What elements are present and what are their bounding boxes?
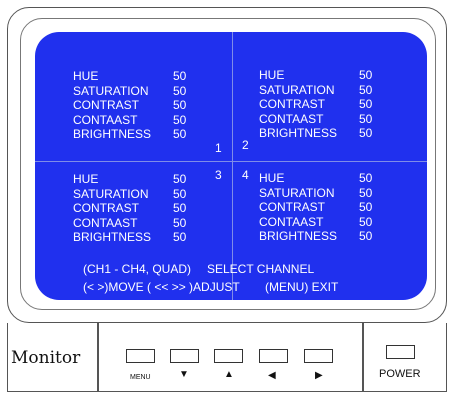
setting-value: 50 [173,112,187,127]
setting-label: HUE [73,69,99,83]
setting-value: 50 [359,229,373,243]
help-select-keys: (CH1 - CH4, QUAD) [83,262,192,276]
panel-separator-right [362,323,364,392]
setting-value: 50 [173,83,187,98]
setting-label: CONTRAST [259,97,325,111]
brand-label: Monitor [11,348,81,368]
help-select-action: SELECT CHANNEL [207,262,315,276]
setting-value: 50 [359,171,373,185]
menu-button[interactable] [126,349,155,363]
help-exit: (MENU) EXIT [265,280,339,294]
setting-label: HUE [259,171,285,185]
power-button[interactable] [386,345,415,359]
setting-value: 50 [359,214,373,229]
setting-label: CONTAAST [73,215,138,230]
setting-value: 50 [359,185,373,200]
left-button[interactable] [259,349,288,363]
down-button[interactable] [170,349,199,363]
setting-label: CONTRAST [259,200,325,214]
setting-label: BRIGHTNESS [259,126,338,140]
quad-divider-vertical [232,32,233,300]
setting-label: BRIGHTNESS [259,229,338,243]
setting-label: CONTAAST [73,112,138,127]
triangle-right-icon: ▶ [315,370,323,381]
triangle-left-icon: ◀ [268,370,276,381]
triangle-down-icon: ▼ [179,369,189,380]
setting-label: SATURATION [259,185,335,200]
up-button[interactable] [214,349,243,363]
setting-value: 50 [359,82,373,97]
setting-label: BRIGHTNESS [73,127,152,141]
setting-label: SATURATION [259,82,335,97]
panel-separator-left [97,323,99,392]
triangle-up-icon: ▲ [224,369,234,380]
setting-value: 50 [359,111,373,126]
setting-label: CONTRAST [73,201,139,215]
channel-number-1: 1 [215,141,222,155]
setting-label: CONTRAST [73,98,139,112]
setting-value: 50 [173,172,187,186]
setting-label: CONTAAST [259,214,324,229]
power-button-label: POWER [379,368,421,380]
setting-label: HUE [73,172,99,186]
quad-divider-horizontal [35,161,427,162]
setting-value: 50 [173,98,187,112]
channel-number-2: 2 [242,138,249,152]
setting-label: HUE [259,68,285,82]
right-button[interactable] [304,349,333,363]
setting-value: 50 [359,126,373,140]
setting-value: 50 [173,69,187,83]
setting-value: 50 [359,200,373,214]
setting-label: SATURATION [73,83,149,98]
setting-value: 50 [173,127,187,141]
setting-label: SATURATION [73,186,149,201]
setting-label: BRIGHTNESS [73,230,152,244]
setting-value: 50 [173,215,187,230]
setting-label: CONTAAST [259,111,324,126]
channel-number-4: 4 [242,168,249,182]
menu-button-label: MENU [130,374,151,381]
setting-value: 50 [359,68,373,82]
setting-value: 50 [173,201,187,215]
osd-screen: HUE 50 SATURATION 50 CONTRAST 50 CONTAAST 50… [35,32,427,300]
setting-value: 50 [173,186,187,201]
setting-value: 50 [359,97,373,111]
help-move-adjust: (< >)MOVE ( << >> )ADJUST [83,280,240,294]
channel-number-3: 3 [215,168,222,182]
setting-value: 50 [173,230,187,244]
